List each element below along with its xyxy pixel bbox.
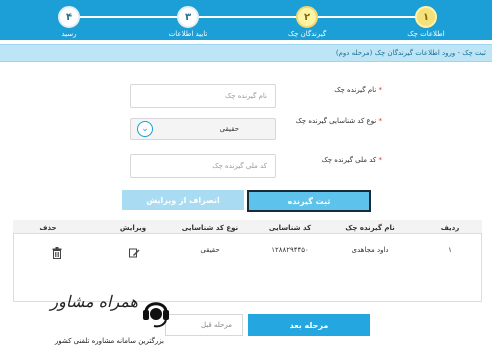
national-id-label: * کد ملی گیرنده چک — [321, 156, 382, 164]
header-id-code: کد شناسایی — [268, 224, 312, 232]
pencil-icon[interactable] — [128, 244, 140, 258]
step-2-label: گیرندگان چک — [287, 30, 327, 38]
row-receiver-name: داود مجاهدی — [351, 246, 389, 254]
receiver-name-input[interactable]: نام گیرنده چک — [130, 84, 276, 108]
progress-stepper: ۱ اطلاعات چک ۲ گیرندگان چک ۳ تایید اطلاع… — [0, 0, 492, 40]
trash-icon[interactable] — [52, 244, 62, 259]
stepper-line — [68, 16, 425, 18]
header-row-number: ردیف — [440, 224, 460, 232]
next-step-button[interactable]: مرحله بعد — [248, 314, 370, 336]
header-delete: حذف — [39, 224, 57, 232]
cancel-edit-button[interactable]: انصراف از ویرایش — [122, 190, 244, 210]
breadcrumb: ثبت چک - ورود اطلاعات گیرندگان چک (مرحله… — [0, 44, 492, 62]
header-id-type: نوع کد شناسایی — [181, 224, 239, 232]
header-receiver-name: نام گیرنده چک — [345, 224, 395, 232]
step-4-circle: ۴ — [58, 6, 80, 28]
step-3-label: تایید اطلاعات — [168, 30, 208, 38]
headset-logo-icon — [140, 292, 172, 332]
step-2-circle: ۲ — [296, 6, 318, 28]
chevron-down-icon[interactable]: ⌄ — [137, 121, 153, 137]
prev-step-button[interactable]: مرحله قبل — [165, 314, 243, 336]
national-id-input[interactable]: کد ملی گیرنده چک — [130, 154, 276, 178]
table-header — [13, 220, 482, 234]
watermark-title: همراه مشاور — [50, 292, 138, 311]
id-type-label: * نوع کد شناسایی گیرنده چک — [295, 117, 382, 125]
table-row: ۱ داود مجاهدی ۱۲۸۸۲۹۴۴۵۰ حقیقی — [14, 240, 481, 260]
step-4-label: رسید — [61, 30, 77, 38]
header-edit: ویرایش — [119, 224, 147, 232]
row-number: ۱ — [448, 246, 452, 254]
step-3-circle: ۳ — [177, 6, 199, 28]
receiver-name-label: * نام گیرنده چک — [334, 86, 382, 94]
row-id-type: حقیقی — [200, 246, 220, 254]
watermark-subtitle: بزرگترین سامانه مشاوره تلفنی کشور — [54, 337, 164, 345]
step-1-label: اطلاعات چک — [407, 30, 445, 38]
row-id-code: ۱۲۸۸۲۹۴۴۵۰ — [271, 246, 309, 254]
submit-receiver-button[interactable]: ثبت گیرنده — [247, 190, 371, 212]
step-1-circle: ۱ — [415, 6, 437, 28]
